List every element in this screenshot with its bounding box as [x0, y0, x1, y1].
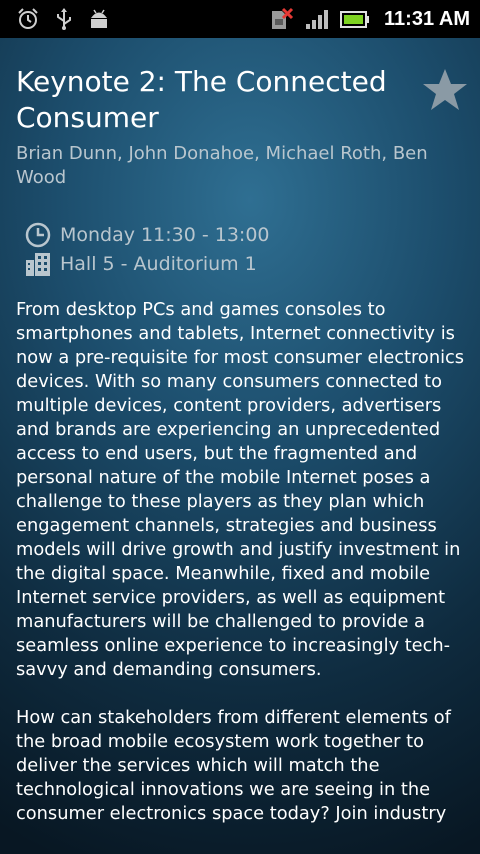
usb-icon [57, 8, 71, 30]
session-title: Keynote 2: The Connected Consumer [16, 65, 387, 134]
status-time: 11:31 AM [384, 7, 470, 30]
session-time: Monday 11:30 - 13:00 [60, 223, 270, 246]
battery-icon [340, 11, 370, 28]
alarm-icon [18, 8, 38, 29]
session-detail: Keynote 2: The Connected Consumer Brian … [16, 64, 468, 850]
session-meta: Monday 11:30 - 13:00 Hall 5 - Auditorium… [24, 220, 468, 278]
description-paragraph: How can stakeholders from different elem… [16, 707, 451, 824]
session-time-row: Monday 11:30 - 13:00 [24, 220, 468, 249]
session-speakers: Brian Dunn, John Donahoe, Michael Roth, … [16, 143, 428, 188]
session-location-row: Hall 5 - Auditorium 1 [24, 249, 468, 278]
signal-icon [306, 10, 329, 29]
session-location: Hall 5 - Auditorium 1 [60, 252, 257, 275]
description-paragraph: From desktop PCs and games consoles to s… [16, 299, 465, 680]
status-bar: 11:31 AM [0, 0, 480, 38]
android-debug-icon [91, 9, 107, 28]
session-header: Keynote 2: The Connected Consumer Brian … [16, 64, 468, 190]
no-sim-icon [272, 7, 294, 29]
favorite-star-button[interactable] [422, 68, 468, 112]
session-description: From desktop PCs and games consoles to s… [16, 298, 468, 826]
clock-icon [25, 222, 51, 247]
building-icon [26, 252, 50, 276]
